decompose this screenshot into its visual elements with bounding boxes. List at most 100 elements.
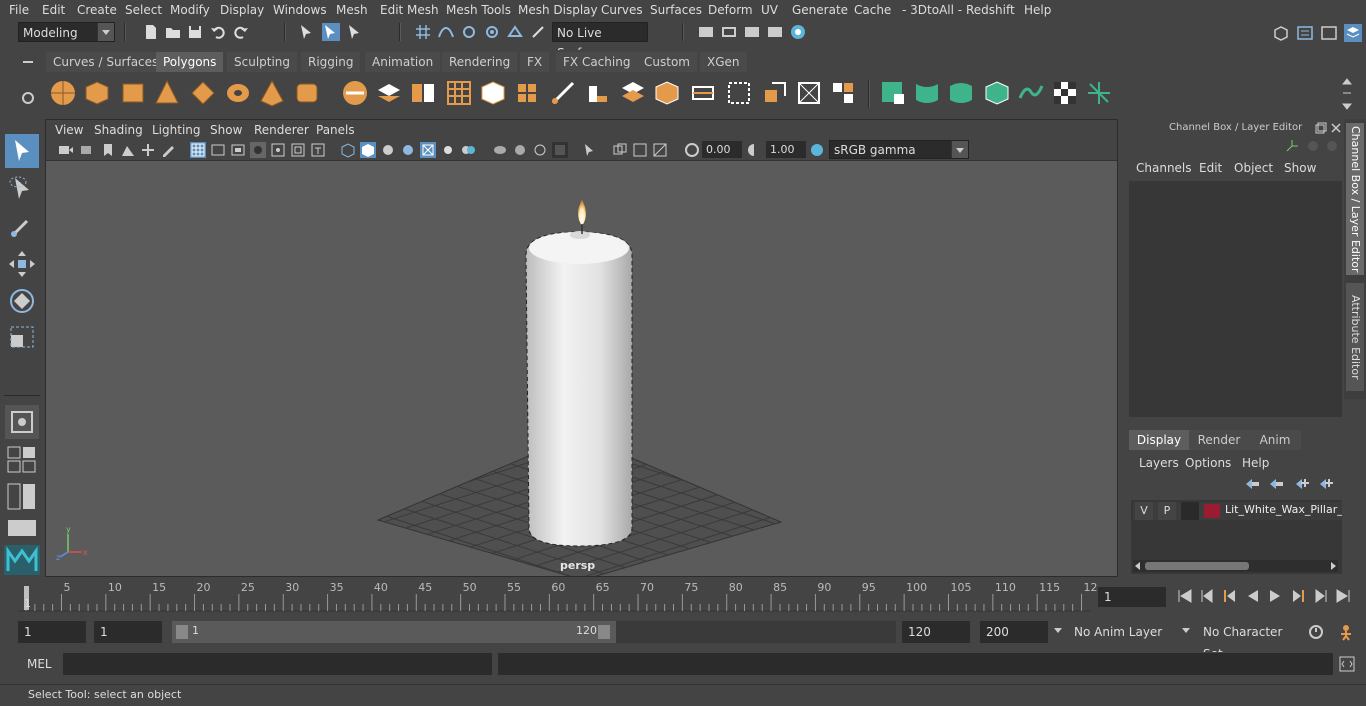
live-surface-field[interactable]: No Live Surface xyxy=(552,22,648,60)
poly-cube-icon[interactable] xyxy=(82,78,112,108)
gate-mask-icon[interactable] xyxy=(250,142,266,158)
character-set-selector[interactable]: No Character Set xyxy=(1178,621,1298,661)
bevel-icon[interactable] xyxy=(583,78,613,108)
shelf-scroll-icon[interactable] xyxy=(1342,76,1352,112)
uv-planar-icon[interactable] xyxy=(878,78,908,108)
xray-joints-icon[interactable] xyxy=(632,142,648,158)
channel-menu-object[interactable]: Object xyxy=(1234,161,1273,175)
poly-plane-icon[interactable] xyxy=(188,78,218,108)
scroll-left-icon[interactable] xyxy=(1133,561,1143,571)
uv-spherical-icon[interactable] xyxy=(946,78,976,108)
speed-icon[interactable] xyxy=(1325,139,1339,153)
show-manipulator-tool[interactable] xyxy=(5,405,39,439)
new-layer-selected-icon[interactable] xyxy=(1318,477,1334,491)
snap-grid-icon[interactable] xyxy=(414,23,432,41)
open-scene-icon[interactable] xyxy=(164,23,182,41)
anti-aliasing-icon[interactable] xyxy=(532,142,548,158)
menu-cache[interactable]: Cache xyxy=(854,3,891,17)
playback-end-field[interactable]: 120 xyxy=(902,621,970,643)
redo-icon[interactable] xyxy=(232,23,250,41)
layout-outliner-icon[interactable] xyxy=(6,518,38,538)
menu-display[interactable]: Display xyxy=(220,3,264,17)
scale-tool[interactable] xyxy=(5,321,39,355)
smooth-icon[interactable] xyxy=(444,78,474,108)
menu-curves[interactable]: Curves xyxy=(601,3,643,17)
menu-mesh[interactable]: Mesh xyxy=(336,3,368,17)
menu-windows[interactable]: Windows xyxy=(273,3,327,17)
menu-surfaces[interactable]: Surfaces xyxy=(650,3,702,17)
manipulator-axis-icon[interactable] xyxy=(1285,139,1299,153)
render-view-icon[interactable] xyxy=(766,23,784,41)
step-forward-key-icon[interactable] xyxy=(1312,587,1330,605)
extract-icon[interactable] xyxy=(408,78,438,108)
viewport-menu-panels[interactable]: Panels xyxy=(316,123,355,137)
smooth-shade-icon[interactable] xyxy=(360,142,376,158)
step-back-frame-icon[interactable] xyxy=(1220,587,1238,605)
field-chart-icon[interactable] xyxy=(270,142,286,158)
script-language-toggle[interactable]: MEL xyxy=(27,657,52,671)
paint-select-tool[interactable] xyxy=(5,209,39,243)
menu-redshift[interactable]: Redshift xyxy=(966,3,1015,17)
menu-help[interactable]: Help xyxy=(1024,3,1051,17)
shelf-tab-fx-caching[interactable]: FX Caching xyxy=(556,52,638,72)
script-editor-icon[interactable] xyxy=(1338,655,1356,673)
step-back-key-icon[interactable] xyxy=(1198,587,1216,605)
poly-sphere-icon[interactable] xyxy=(48,78,78,108)
resolution-gate-icon[interactable] xyxy=(230,142,246,158)
move-layer-up-icon[interactable] xyxy=(1244,477,1260,491)
film-gate-icon[interactable] xyxy=(210,142,226,158)
poly-pipe-icon[interactable] xyxy=(292,78,322,108)
layer-display-type-toggle[interactable] xyxy=(1181,502,1199,520)
layer-visibility-toggle[interactable]: V xyxy=(1135,502,1153,520)
layout-split-icon[interactable] xyxy=(6,482,38,510)
uv-checker-icon[interactable] xyxy=(1050,78,1080,108)
menu-edit[interactable]: Edit xyxy=(42,3,65,17)
color-management-icon[interactable] xyxy=(809,142,825,158)
shelf-tab-sculpting[interactable]: Sculpting xyxy=(227,52,298,72)
workspace-selector[interactable]: Modeling xyxy=(18,22,115,42)
snap-view-icon[interactable] xyxy=(483,23,501,41)
channel-menu-edit[interactable]: Edit xyxy=(1199,161,1222,175)
viewport-menu-lighting[interactable]: Lighting xyxy=(152,123,201,137)
layer-row[interactable]: V P Lit_White_Wax_Pillar_C xyxy=(1133,502,1342,520)
animation-end-field[interactable]: 200 xyxy=(980,621,1048,643)
shelf-tab-custom[interactable]: Custom xyxy=(637,52,697,72)
undo-icon[interactable] xyxy=(209,23,227,41)
move-tool[interactable] xyxy=(5,247,39,281)
layer-tab-anim[interactable]: Anim xyxy=(1249,430,1301,450)
merge-icon[interactable] xyxy=(760,78,790,108)
play-forwards-icon[interactable] xyxy=(1266,587,1284,605)
poly-cylinder-icon[interactable] xyxy=(118,78,148,108)
motion-blur-icon[interactable] xyxy=(512,142,528,158)
safe-action-icon[interactable] xyxy=(290,142,306,158)
shelf-menu-icon[interactable] xyxy=(20,54,36,70)
shelf-tab-rendering[interactable]: Rendering xyxy=(442,52,518,72)
candle-mesh[interactable] xyxy=(525,231,633,547)
range-handle-end[interactable] xyxy=(598,625,610,639)
default-material-icon[interactable] xyxy=(380,142,396,158)
bridge-icon[interactable] xyxy=(618,78,648,108)
layer-menu-layers[interactable]: Layers xyxy=(1139,456,1179,470)
grease-pencil-icon[interactable] xyxy=(160,142,176,158)
play-backwards-icon[interactable] xyxy=(1244,587,1262,605)
current-frame-field[interactable]: 1 xyxy=(1098,587,1166,607)
playback-start-field[interactable]: 1 xyxy=(94,621,162,643)
layout-uv-icon[interactable] xyxy=(828,78,858,108)
gamma-icon[interactable] xyxy=(746,142,762,158)
channel-box-icon[interactable] xyxy=(1344,24,1362,42)
menu-edit-mesh[interactable]: Edit Mesh xyxy=(380,3,439,17)
select-hierarchy-icon[interactable] xyxy=(298,23,316,41)
gamma-field[interactable]: 1.00 xyxy=(766,141,806,158)
side-tab-channel-box[interactable]: Channel Box / Layer Editor xyxy=(1346,123,1364,275)
viewport-menu-view[interactable]: View xyxy=(55,123,83,137)
menu-create[interactable]: Create xyxy=(77,3,117,17)
wireframe-on-shaded-icon[interactable] xyxy=(420,142,436,158)
screen-space-ao-icon[interactable] xyxy=(492,142,508,158)
shelf-tab-rigging[interactable]: Rigging xyxy=(301,52,361,72)
shadows-icon[interactable] xyxy=(460,142,476,158)
wireframe-icon[interactable] xyxy=(340,142,356,158)
menu-generate[interactable]: Generate xyxy=(792,3,848,17)
new-layer-icon[interactable] xyxy=(1294,477,1310,491)
menu-uv[interactable]: UV xyxy=(761,3,778,17)
side-tab-attribute-editor[interactable]: Attribute Editor xyxy=(1346,283,1364,391)
